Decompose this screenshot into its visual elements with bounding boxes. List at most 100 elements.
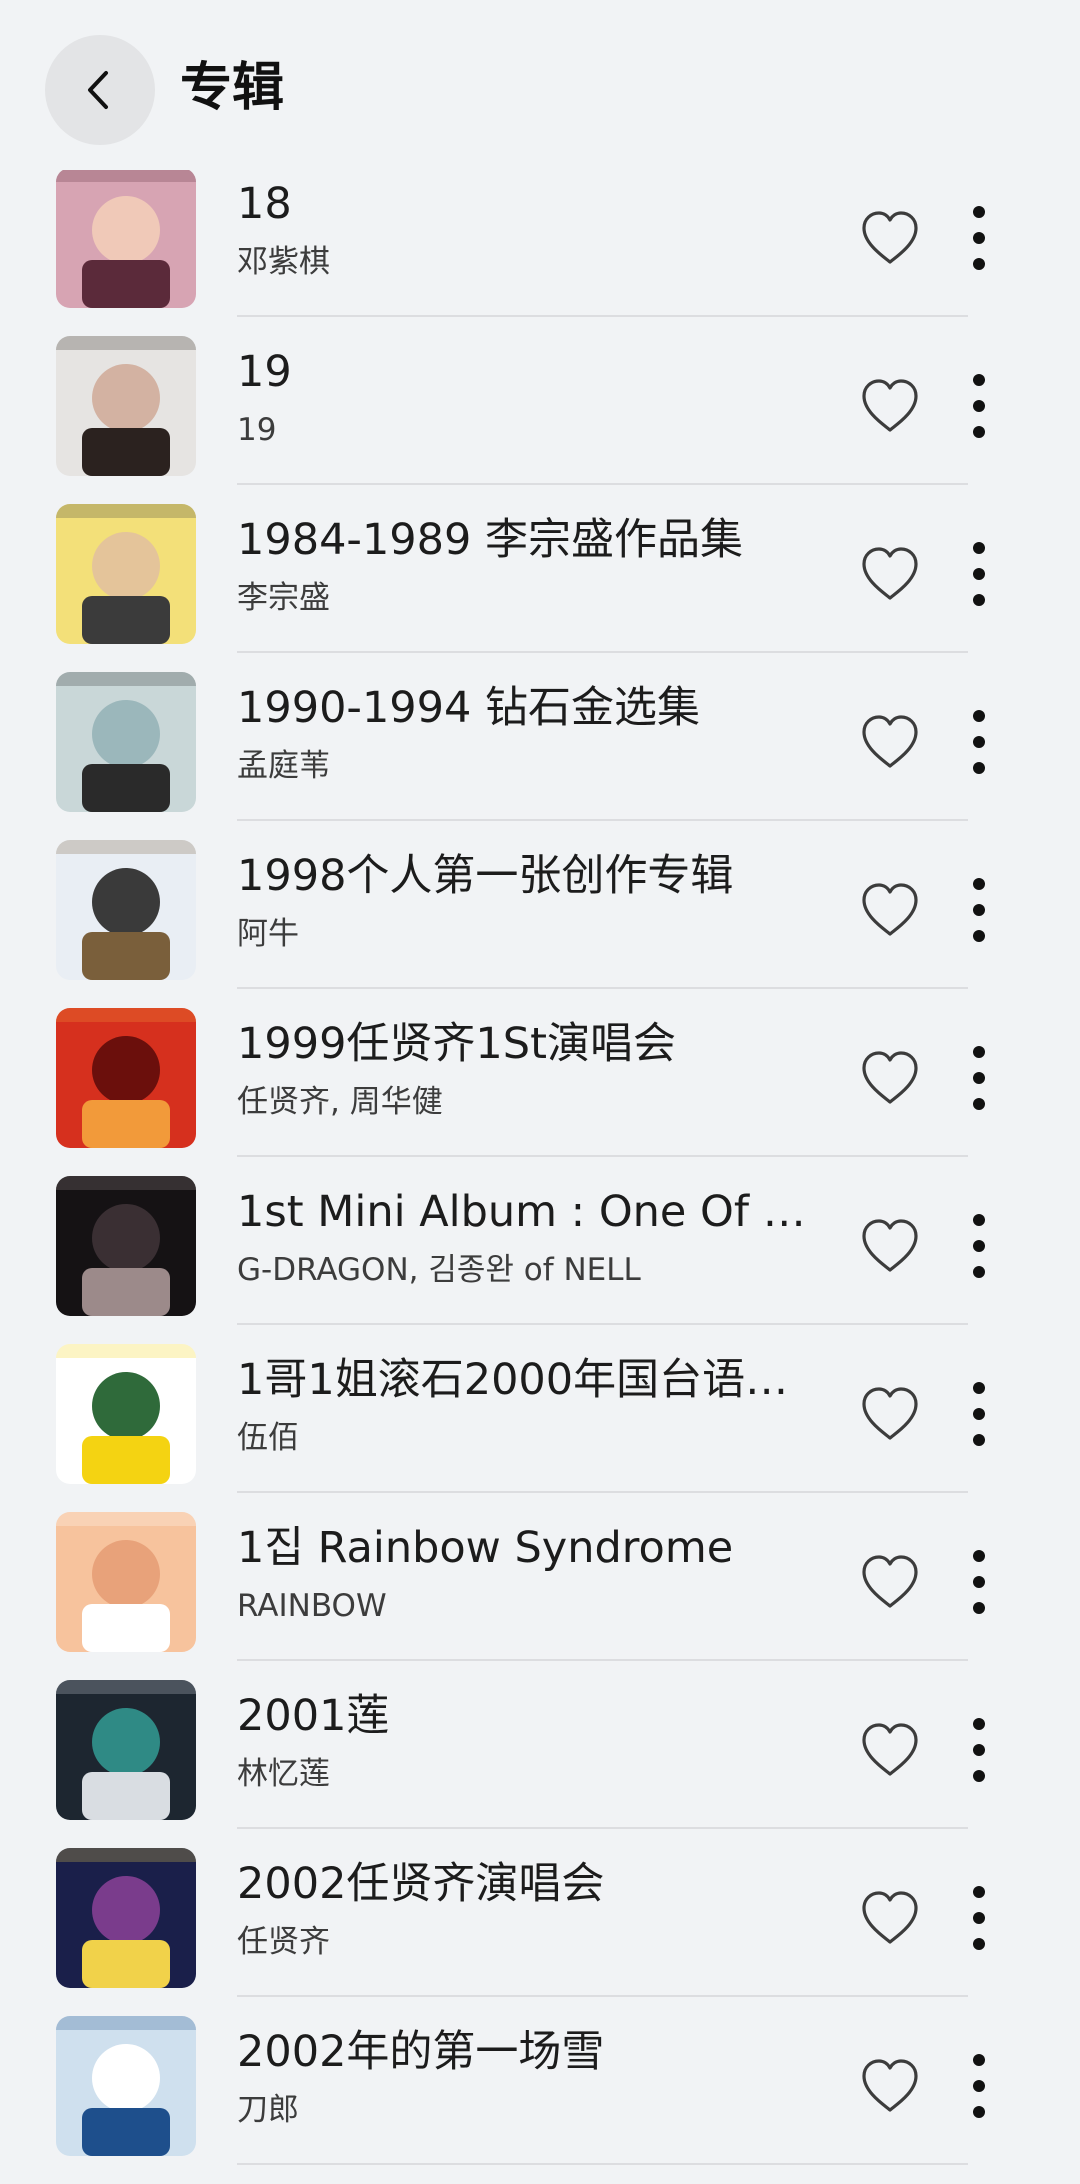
row-divider [237,2163,968,2165]
album-artist: 孟庭苇 [237,748,330,784]
favorite-button[interactable] [860,546,920,602]
more-options-button[interactable] [962,538,996,610]
album-cover [56,1680,196,1820]
album-artist: 任贤齐, 周华健 [237,1084,443,1120]
album-title: 1998个人第一张创作专辑 [237,851,734,901]
album-artist: G-DRAGON, 김종완 of NELL [237,1252,641,1288]
favorite-button[interactable] [860,1386,920,1442]
row-divider [237,483,968,485]
album-title: 1st Mini Album : One Of A Kind [237,1187,807,1237]
heart-outline-icon [862,883,918,936]
album-title: 1집 Rainbow Syndrome [237,1523,734,1573]
more-options-button[interactable] [962,1714,996,1786]
more-vertical-icon [973,710,985,774]
album-row[interactable]: 1집 Rainbow Syndrome RAINBOW [0,1512,1080,1680]
more-vertical-icon [973,1214,985,1278]
album-cover [56,336,196,476]
album-cover [56,1344,196,1484]
album-title: 1哥1姐滚石2000年国台语精选 [237,1355,807,1405]
album-row[interactable]: 1999任贤齐1St演唱会任贤齐, 周华健 [0,1008,1080,1176]
heart-outline-icon [862,1051,918,1104]
heart-outline-icon [862,2059,918,2112]
more-options-button[interactable] [962,1546,996,1618]
album-cover [56,672,196,812]
album-cover [56,2016,196,2156]
album-title: 1990-1994 钻石金选集 [237,683,701,733]
favorite-button[interactable] [860,714,920,770]
album-cover [56,1512,196,1652]
row-divider [237,1827,968,1829]
more-options-button[interactable] [962,202,996,274]
row-divider [237,1491,968,1493]
more-options-button[interactable] [962,874,996,946]
album-artist: 伍佰 [237,1420,299,1456]
row-divider [237,651,968,653]
album-title: 19 [237,347,292,397]
favorite-button[interactable] [860,1554,920,1610]
more-vertical-icon [973,1718,985,1782]
more-options-button[interactable] [962,1882,996,1954]
album-artist: 阿牛 [237,916,299,952]
album-row[interactable]: 2002年的第一场雪 刀郎 [0,2016,1080,2184]
heart-outline-icon [862,1219,918,1272]
album-title: 18 [237,179,292,229]
album-row[interactable]: 1984-1989 李宗盛作品集 李宗盛 [0,504,1080,672]
album-artist: 邓紫棋 [237,244,330,280]
favorite-button[interactable] [860,1218,920,1274]
more-vertical-icon [973,878,985,942]
more-vertical-icon [973,2054,985,2118]
album-row[interactable]: 18 邓紫棋 [0,168,1080,336]
album-title: 2002任贤齐演唱会 [237,1859,605,1909]
album-title: 1984-1989 李宗盛作品集 [237,515,744,565]
more-options-button[interactable] [962,1042,996,1114]
more-options-button[interactable] [962,1378,996,1450]
page-title: 专辑 [180,58,285,118]
row-divider [237,1323,968,1325]
favorite-button[interactable] [860,1722,920,1778]
heart-outline-icon [862,1891,918,1944]
favorite-button[interactable] [860,1890,920,1946]
more-options-button[interactable] [962,1210,996,1282]
more-options-button[interactable] [962,2050,996,2122]
back-button[interactable] [45,35,155,145]
more-vertical-icon [973,1886,985,1950]
album-row[interactable]: 1哥1姐滚石2000年国台语精选伍佰 [0,1344,1080,1512]
heart-outline-icon [862,1555,918,1608]
favorite-button[interactable] [860,210,920,266]
row-divider [237,819,968,821]
favorite-button[interactable] [860,378,920,434]
album-cover [56,1176,196,1316]
more-vertical-icon [973,206,985,270]
album-row[interactable]: 19 19 [0,336,1080,504]
row-divider [237,1659,968,1661]
more-vertical-icon [973,374,985,438]
album-row[interactable]: 1990-1994 钻石金选集孟庭苇 [0,672,1080,840]
heart-outline-icon [862,715,918,768]
album-artist: 任贤齐 [237,1924,330,1960]
heart-outline-icon [862,1723,918,1776]
album-row[interactable]: 2001莲 林忆莲 [0,1680,1080,1848]
album-cover [56,504,196,644]
album-row[interactable]: 1st Mini Album : One Of A Kind G-DRAGON, … [0,1176,1080,1344]
favorite-button[interactable] [860,882,920,938]
heart-outline-icon [862,1387,918,1440]
album-list[interactable]: 18 邓紫棋 19 19 1984-1989 李宗盛作品集 李宗盛 1990-1994 钻石… [0,168,1080,2184]
more-vertical-icon [973,1382,985,1446]
more-options-button[interactable] [962,706,996,778]
favorite-button[interactable] [860,1050,920,1106]
album-cover [56,168,196,308]
album-title: 1999任贤齐1St演唱会 [237,1019,676,1069]
album-row[interactable]: 2002任贤齐演唱会任贤齐 [0,1848,1080,2016]
album-cover [56,840,196,980]
album-cover [56,1008,196,1148]
more-options-button[interactable] [962,370,996,442]
album-cover [56,1848,196,1988]
album-title: 2002年的第一场雪 [237,2027,605,2077]
heart-outline-icon [862,379,918,432]
row-divider [237,1995,968,1997]
row-divider [237,315,968,317]
favorite-button[interactable] [860,2058,920,2114]
album-row[interactable]: 1998个人第一张创作专辑阿牛 [0,840,1080,1008]
heart-outline-icon [862,547,918,600]
album-title: 2001莲 [237,1691,390,1741]
